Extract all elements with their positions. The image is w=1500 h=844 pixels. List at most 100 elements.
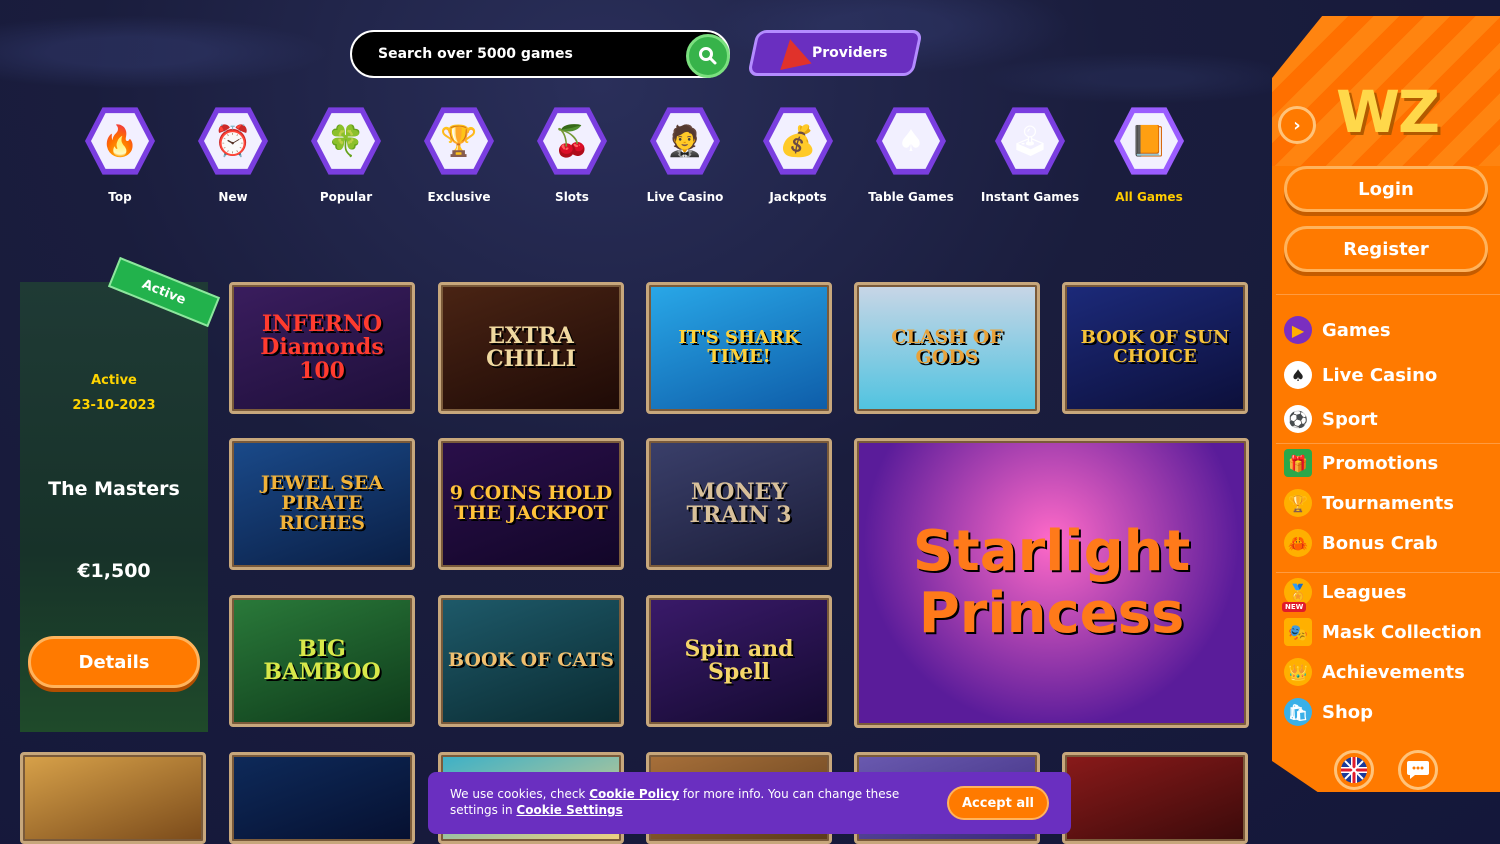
- game-tile[interactable]: [20, 752, 206, 844]
- sidebar-toggle-button[interactable]: ›: [1278, 106, 1316, 144]
- sidebar: › WZ Login Register ▶ Games ♠ Live Casin…: [1272, 16, 1500, 792]
- chat-bubble-icon: [1407, 761, 1429, 779]
- tournament-card: Active Active 23-10-2023 The Masters €1,…: [20, 256, 221, 732]
- sidebar-item-bonus-crab[interactable]: 🦀 Bonus Crab: [1284, 526, 1438, 560]
- book-icon: 📙: [1120, 113, 1178, 169]
- trophy-icon: 🏆: [430, 113, 488, 169]
- sidebar-item-label: Achievements: [1322, 661, 1465, 683]
- cookie-settings-link[interactable]: Cookie Settings: [516, 803, 622, 817]
- category-top[interactable]: 🔥 Top: [65, 106, 175, 204]
- search-input[interactable]: Search over 5000 games: [378, 46, 573, 62]
- clover-icon: 🍀: [317, 113, 375, 169]
- fire-icon: 🔥: [91, 113, 149, 169]
- game-tile[interactable]: [1062, 752, 1248, 844]
- game-tile[interactable]: MONEY TRAIN 3: [646, 438, 832, 570]
- spade-card-icon: ♠: [882, 113, 940, 169]
- game-tile[interactable]: EXTRA CHILLI: [438, 282, 624, 414]
- cherries-icon: 🍒: [543, 113, 601, 169]
- providers-button[interactable]: Providers: [747, 30, 923, 76]
- game-title: INFERNO Diamonds 100: [260, 311, 384, 384]
- game-tile[interactable]: BOOK OF SUN CHOICE: [1062, 282, 1248, 414]
- game-tile[interactable]: INFERNO Diamonds 100: [229, 282, 415, 414]
- sidebar-item-achievements[interactable]: 👑 Achievements: [1284, 655, 1465, 689]
- accept-all-button[interactable]: Accept all: [947, 786, 1049, 820]
- category-live-casino[interactable]: 🤵 Live Casino: [630, 106, 740, 204]
- divider: [1276, 443, 1500, 444]
- sidebar-item-games[interactable]: ▶ Games: [1284, 313, 1391, 347]
- trophy-icon: 🏆: [1284, 489, 1312, 517]
- category-new[interactable]: ⏰ New: [178, 106, 288, 204]
- language-button[interactable]: [1334, 750, 1374, 790]
- game-tile[interactable]: JEWEL SEA PIRATE RICHES: [229, 438, 415, 570]
- tournament-date: 23-10-2023: [72, 398, 156, 413]
- mask-icon: 🎭: [1284, 618, 1312, 646]
- search-icon: [699, 47, 717, 65]
- game-title: CLASH OF GODS: [891, 326, 1003, 368]
- money-bag-icon: 💰: [769, 113, 827, 169]
- sidebar-item-label: Tournaments: [1322, 492, 1455, 514]
- tournament-status: Active: [91, 373, 137, 388]
- chevron-right-icon: ›: [1293, 114, 1301, 136]
- search-button[interactable]: [686, 34, 730, 78]
- game-title: EXTRA CHILLI: [486, 322, 576, 372]
- dealer-icon: 🤵: [656, 113, 714, 169]
- providers-label: Providers: [812, 45, 888, 61]
- category-instant-games[interactable]: 🕹 Instant Games: [975, 106, 1085, 204]
- category-slots[interactable]: 🍒 Slots: [517, 106, 627, 204]
- sidebar-item-leagues[interactable]: 🏅 NEW Leagues: [1282, 575, 1407, 612]
- game-tile[interactable]: IT'S SHARK TIME!: [646, 282, 832, 414]
- sidebar-item-promotions[interactable]: 🎁 Promotions: [1284, 446, 1438, 480]
- game-tile[interactable]: CLASH OF GODS: [854, 282, 1040, 414]
- category-label: Jackpots: [769, 190, 827, 204]
- category-label: Top: [108, 190, 132, 204]
- game-tile[interactable]: Spin and Spell: [646, 595, 832, 727]
- category-table-games[interactable]: ♠ Table Games: [856, 106, 966, 204]
- sidebar-item-label: Leagues: [1322, 581, 1407, 603]
- category-jackpots[interactable]: 💰 Jackpots: [743, 106, 853, 204]
- category-all-games[interactable]: 📙 All Games: [1094, 106, 1204, 204]
- register-button[interactable]: Register: [1284, 226, 1488, 272]
- site-logo[interactable]: WZ: [1336, 78, 1440, 146]
- category-label: Instant Games: [980, 190, 1080, 204]
- cookie-policy-link[interactable]: Cookie Policy: [589, 787, 679, 801]
- category-label: Slots: [555, 190, 589, 204]
- cookie-text: We use cookies, check Cookie Policy for …: [450, 787, 900, 817]
- tournament-prize: €1,500: [77, 560, 151, 582]
- cookie-banner: We use cookies, check Cookie Policy for …: [428, 772, 1071, 834]
- chat-button[interactable]: [1398, 750, 1438, 790]
- active-ribbon: Active: [107, 256, 221, 328]
- soccer-ball-icon: ⚽: [1284, 405, 1312, 433]
- sidebar-item-sport[interactable]: ⚽ Sport: [1284, 402, 1378, 436]
- new-badge: NEW: [1282, 602, 1307, 612]
- game-title: BOOK OF SUN CHOICE: [1080, 327, 1230, 367]
- sidebar-item-tournaments[interactable]: 🏆 Tournaments: [1284, 486, 1454, 520]
- shop-bag-icon: 🛍: [1284, 698, 1312, 726]
- category-popular[interactable]: 🍀 Popular: [291, 106, 401, 204]
- sidebar-item-shop[interactable]: 🛍 Shop: [1284, 695, 1373, 729]
- category-label: Popular: [319, 190, 373, 204]
- category-exclusive[interactable]: 🏆 Exclusive: [404, 106, 514, 204]
- game-title: BIG BAMBOO: [263, 635, 381, 685]
- login-button[interactable]: Login: [1284, 166, 1488, 212]
- uk-flag-icon: [1341, 757, 1367, 783]
- sidebar-item-label: Bonus Crab: [1322, 532, 1438, 554]
- details-button[interactable]: Details: [28, 636, 200, 688]
- game-title: JEWEL SEA PIRATE RICHES: [260, 472, 384, 534]
- game-title: Starlight Princess: [912, 519, 1191, 646]
- game-tile[interactable]: 9 COINS HOLD THE JACKPOT: [438, 438, 624, 570]
- category-label: Live Casino: [646, 190, 724, 204]
- search-bar[interactable]: Search over 5000 games: [350, 30, 730, 78]
- sidebar-item-live-casino[interactable]: ♠ Live Casino: [1284, 358, 1437, 392]
- category-label: Table Games: [868, 190, 954, 204]
- joystick-icon: 🕹: [1001, 113, 1059, 169]
- game-tile[interactable]: BOOK OF CATS: [438, 595, 624, 727]
- category-label: All Games: [1115, 190, 1183, 204]
- game-tile[interactable]: BIG BAMBOO: [229, 595, 415, 727]
- game-tile[interactable]: [229, 752, 415, 844]
- game-tile-featured[interactable]: Starlight Princess: [854, 438, 1249, 728]
- game-title: 9 COINS HOLD THE JACKPOT: [449, 482, 613, 524]
- divider: [1276, 294, 1500, 295]
- sidebar-item-mask-collection[interactable]: 🎭 Mask Collection: [1284, 615, 1482, 649]
- game-title: BOOK OF CATS: [448, 649, 614, 672]
- crab-claw-icon: 🦀: [1284, 529, 1312, 557]
